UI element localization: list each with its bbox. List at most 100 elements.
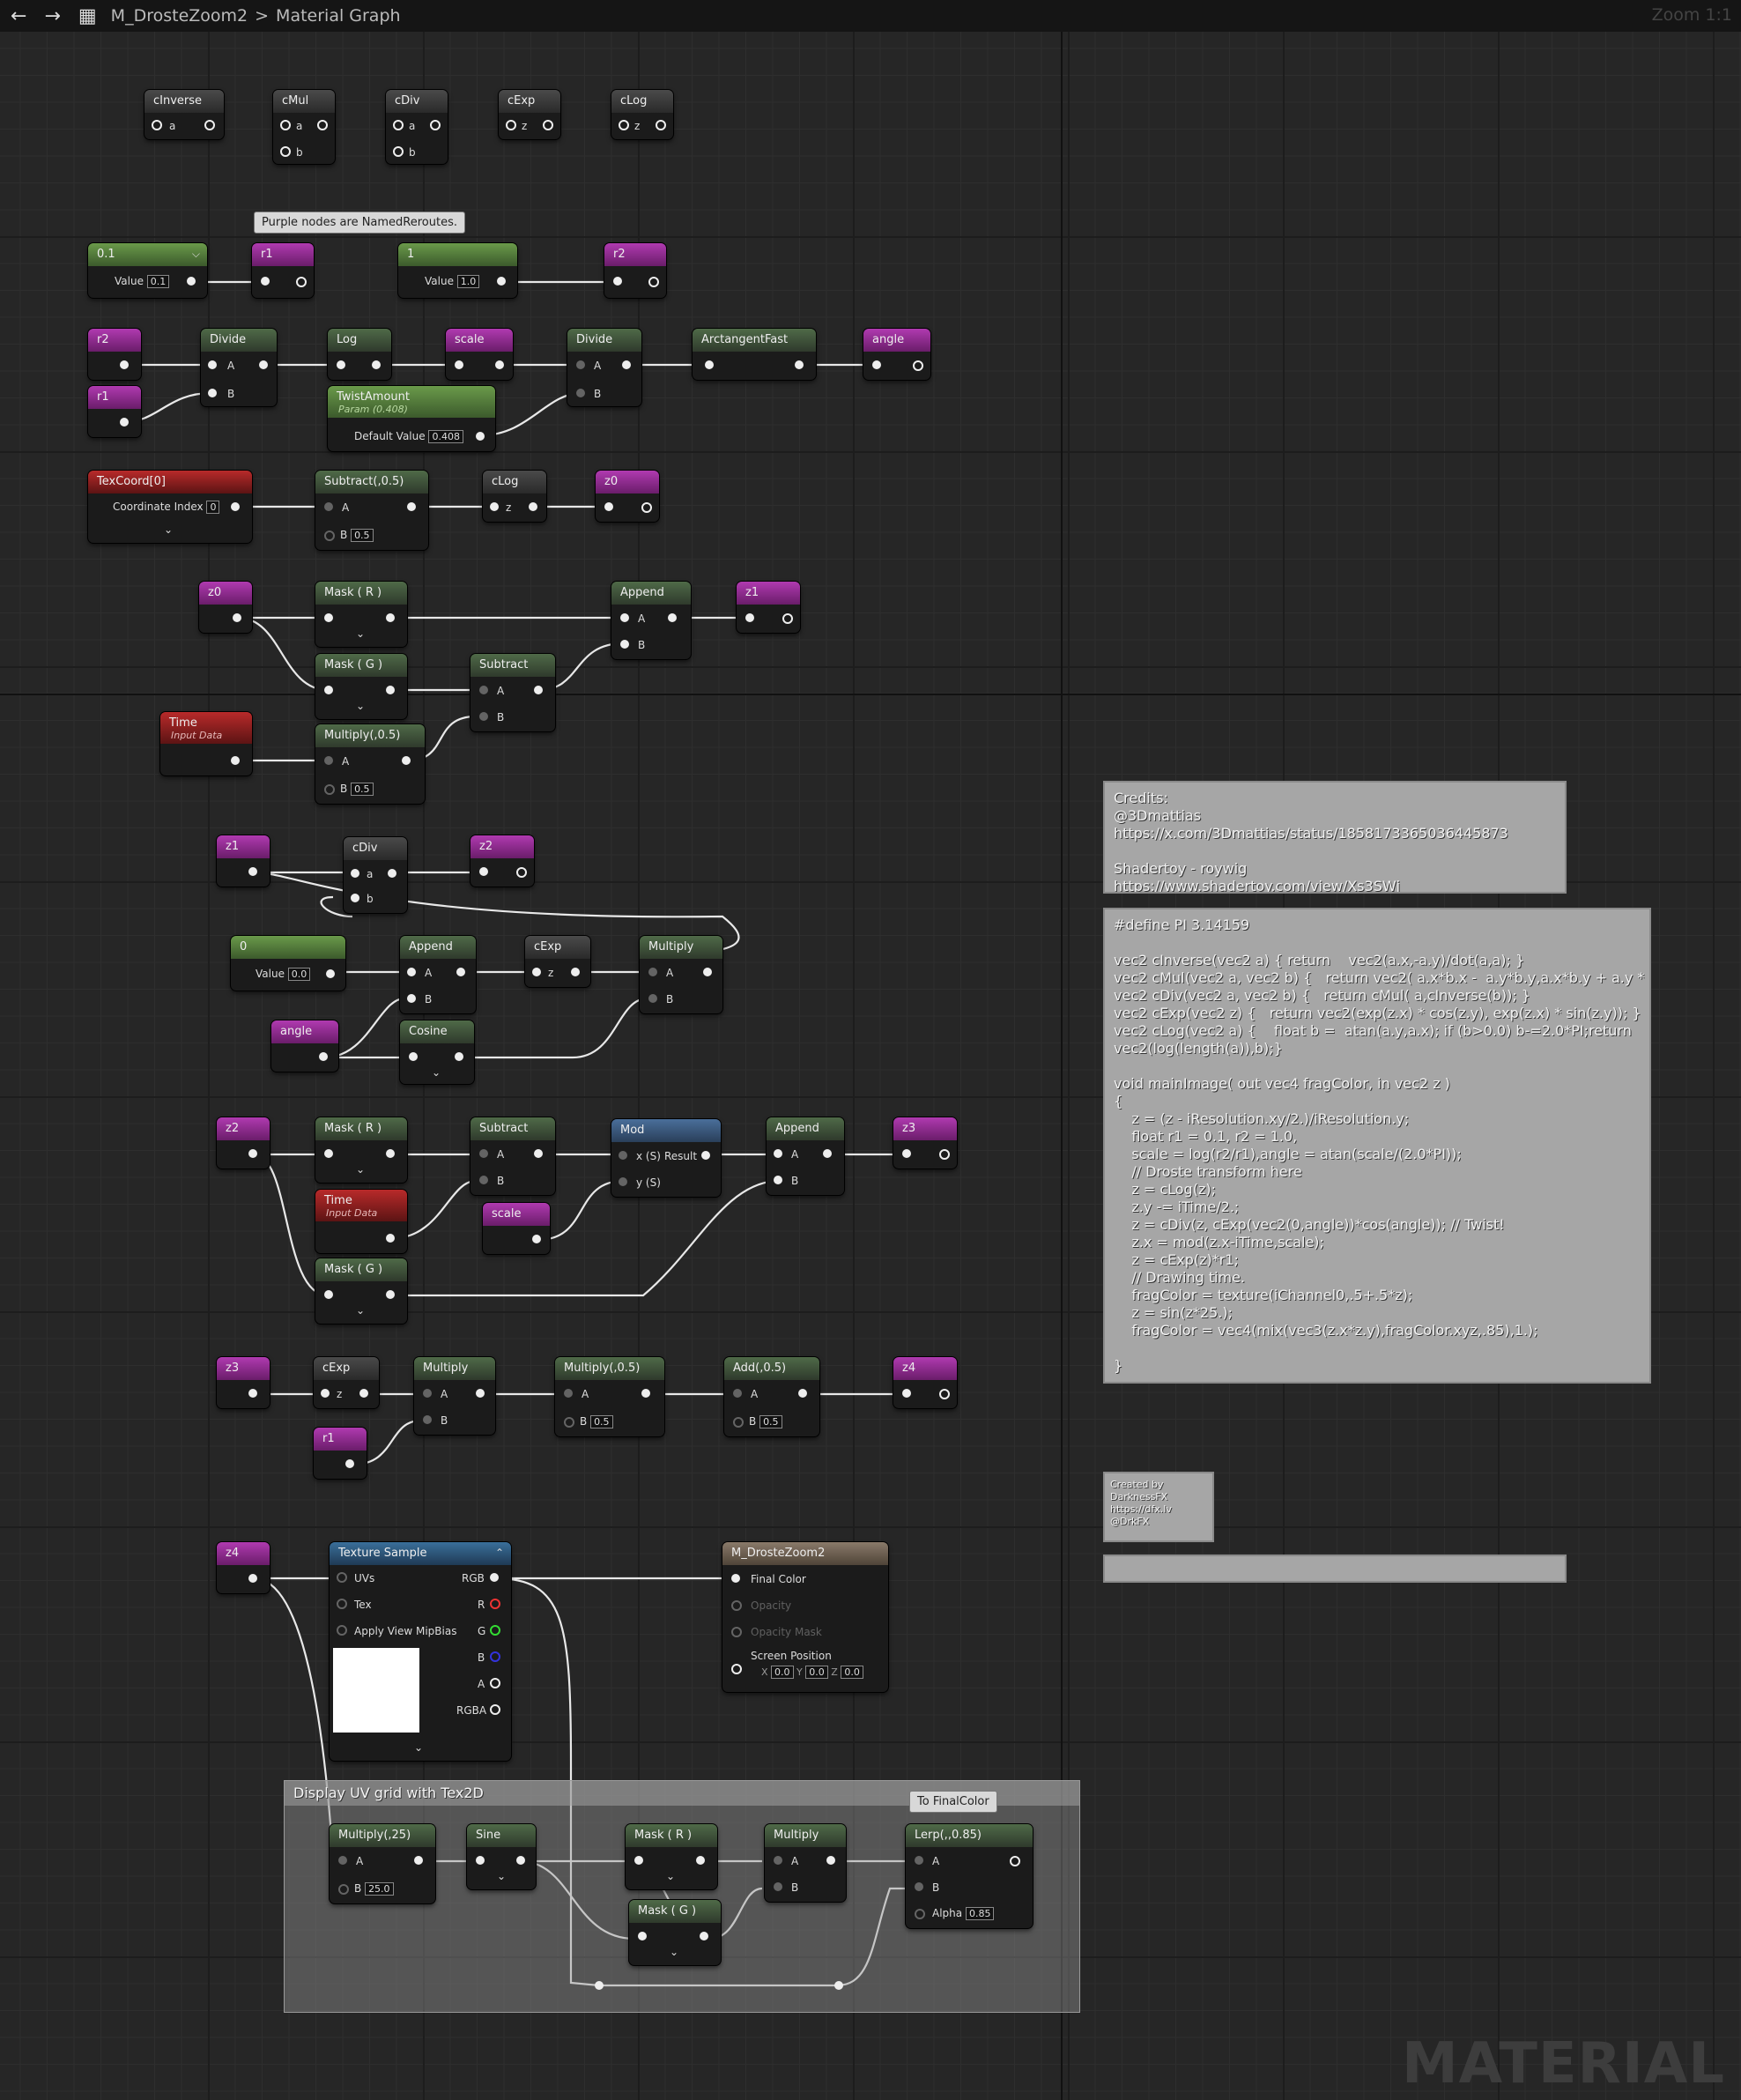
node-z2-use[interactable]: z2: [217, 1117, 270, 1169]
output-pin[interactable]: [939, 1149, 950, 1160]
input-pin-screen-position[interactable]: [731, 1664, 742, 1674]
node-angle-decl[interactable]: angle: [863, 329, 930, 380]
output-pin[interactable]: [798, 1389, 807, 1398]
input-pin[interactable]: [902, 1389, 911, 1398]
node-mod[interactable]: Mod x (S) Result y (S): [611, 1119, 721, 1197]
node-append-2[interactable]: Append A B: [400, 936, 476, 1013]
node-arctangent-fast[interactable]: ArctangentFast: [693, 329, 816, 380]
reroute-knot[interactable]: [834, 1981, 843, 1990]
output-pin[interactable]: [476, 1389, 485, 1398]
output-pin[interactable]: [495, 360, 504, 369]
chevron-down-icon[interactable]: ⌄: [497, 1870, 506, 1882]
value-field[interactable]: 0.5: [351, 529, 374, 542]
input-pin[interactable]: [532, 968, 541, 976]
input-pin[interactable]: [476, 1856, 485, 1865]
node-z3-use[interactable]: z3: [217, 1357, 270, 1408]
input-pin-b[interactable]: [351, 894, 359, 902]
node-angle-use[interactable]: angle: [271, 1020, 338, 1072]
node-multiply-2[interactable]: Multiply A B: [414, 1357, 495, 1435]
input-pin[interactable]: [638, 1932, 647, 1940]
node-subtract-1[interactable]: Subtract A B: [470, 654, 555, 731]
output-pin[interactable]: [476, 432, 485, 441]
output-pin[interactable]: [248, 1574, 257, 1583]
node-material-output[interactable]: M_DrosteZoom2 Final Color Opacity Opacit…: [722, 1542, 888, 1692]
output-pin[interactable]: [407, 502, 416, 511]
input-pin-mipbias[interactable]: [337, 1625, 347, 1636]
output-pin[interactable]: [703, 968, 712, 976]
input-pin[interactable]: [152, 120, 162, 130]
input-pin[interactable]: [634, 1856, 643, 1865]
output-pin[interactable]: [386, 1290, 395, 1299]
input-pin-a[interactable]: [564, 1389, 573, 1398]
input-pin-a[interactable]: [351, 869, 359, 878]
chevron-down-icon[interactable]: ⌄: [414, 1741, 423, 1754]
input-pin-opacity[interactable]: [731, 1600, 742, 1611]
output-pin-r[interactable]: [490, 1599, 500, 1609]
input-pin-opacity-mask[interactable]: [731, 1627, 742, 1637]
input-pin-b[interactable]: [208, 389, 217, 397]
output-pin[interactable]: [231, 756, 240, 765]
output-pin[interactable]: [248, 1389, 257, 1398]
chevron-down-icon[interactable]: ⌄: [356, 627, 365, 640]
output-pin[interactable]: [296, 277, 307, 287]
input-pin-b[interactable]: [915, 1882, 923, 1891]
output-pin[interactable]: [782, 613, 793, 624]
input-pin[interactable]: [619, 120, 629, 130]
node-cexp-top[interactable]: cExp z: [499, 90, 560, 139]
node-multiply-3[interactable]: Multiply A B: [765, 1824, 846, 1902]
chevron-down-icon[interactable]: ⌄: [666, 1870, 675, 1882]
node-const-1[interactable]: 1 Value 1.0: [398, 243, 517, 298]
input-pin[interactable]: [324, 686, 333, 694]
node-divide-1[interactable]: Divide A B: [201, 329, 277, 406]
comment-shader-code[interactable]: #define PI 3.14159 vec2 cInverse(vec2 a)…: [1103, 908, 1651, 1384]
output-pin[interactable]: [317, 120, 328, 130]
node-r2-decl[interactable]: r2: [604, 243, 666, 298]
input-pin-uvs[interactable]: [337, 1572, 347, 1583]
node-multiply-0-5-b[interactable]: Multiply(,0.5) A B 0.5: [555, 1357, 664, 1436]
node-mask-r-2[interactable]: Mask ( R ) ⌄: [315, 1117, 407, 1183]
node-time-1[interactable]: Time Input Data: [160, 712, 252, 775]
chevron-down-icon[interactable]: ⌄: [432, 1066, 441, 1079]
output-pin[interactable]: [641, 502, 652, 513]
node-cosine[interactable]: Cosine ⌄: [400, 1020, 474, 1084]
output-pin[interactable]: [386, 1149, 395, 1158]
node-r1-decl[interactable]: r1: [252, 243, 314, 298]
input-pin-alpha[interactable]: [915, 1909, 925, 1919]
input-pin[interactable]: [506, 120, 516, 130]
input-pin-b[interactable]: [479, 712, 488, 721]
output-pin[interactable]: [696, 1856, 705, 1865]
output-pin[interactable]: [248, 1149, 257, 1158]
output-pin[interactable]: [1010, 1856, 1020, 1866]
comment-created-by[interactable]: Created by DarknessFX https://dfx.lv @Dr…: [1103, 1472, 1214, 1542]
input-pin-a[interactable]: [393, 120, 404, 130]
input-pin-a[interactable]: [280, 120, 291, 130]
input-pin-a[interactable]: [620, 613, 629, 622]
output-pin[interactable]: [534, 1149, 543, 1158]
value-field[interactable]: 0: [206, 501, 220, 514]
node-add-0-5[interactable]: Add(,0.5) A B 0.5: [724, 1357, 819, 1436]
z-field[interactable]: 0.0: [841, 1666, 863, 1679]
input-pin-b[interactable]: [324, 784, 335, 795]
chevron-down-icon[interactable]: ⌄: [670, 1946, 678, 1958]
node-clog-top[interactable]: cLog z: [611, 90, 673, 139]
forward-arrow-icon[interactable]: →: [44, 5, 60, 27]
node-scale-decl[interactable]: scale: [446, 329, 513, 380]
input-pin-b[interactable]: [774, 1176, 782, 1184]
node-subtract-0-5[interactable]: Subtract(,0.5) A B 0.5: [315, 471, 428, 550]
input-pin-a[interactable]: [423, 1389, 432, 1398]
input-pin-a[interactable]: [407, 968, 416, 976]
output-pin[interactable]: [543, 120, 553, 130]
input-pin[interactable]: [745, 613, 754, 622]
node-z0-use[interactable]: z0: [199, 582, 252, 633]
node-const-0-1[interactable]: 0.1 ⌵ Value 0.1: [88, 243, 207, 298]
value-field[interactable]: 25.0: [365, 1882, 394, 1896]
output-pin[interactable]: [455, 1052, 463, 1061]
node-log[interactable]: Log: [328, 329, 391, 380]
node-cmul[interactable]: cMul a b: [273, 90, 335, 164]
output-pin[interactable]: [826, 1856, 835, 1865]
node-multiply-1[interactable]: Multiply A B: [640, 936, 722, 1013]
input-pin-a[interactable]: [479, 1149, 488, 1158]
input-pin[interactable]: [902, 1149, 911, 1158]
output-pin[interactable]: [386, 613, 395, 622]
input-pin-b[interactable]: [564, 1417, 574, 1428]
